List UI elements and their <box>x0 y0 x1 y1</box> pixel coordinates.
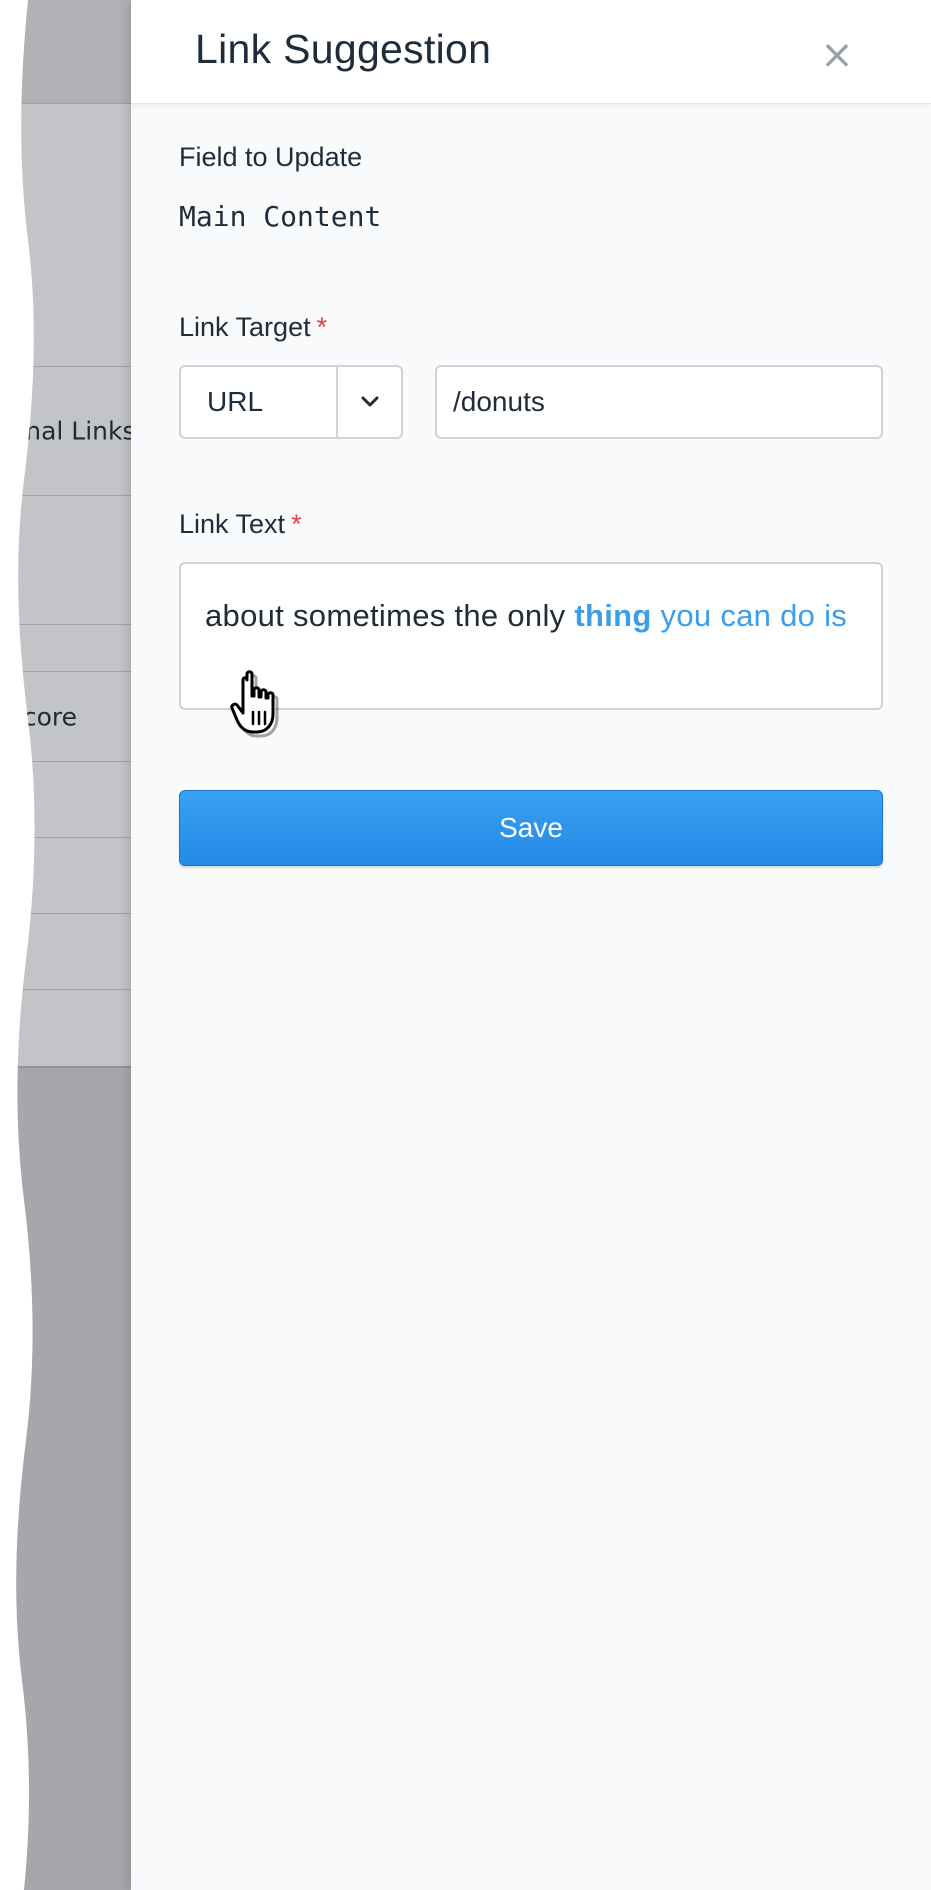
link-text-before: about sometimes the only <box>205 598 575 633</box>
close-icon: × <box>820 32 854 78</box>
link-type-select[interactable]: URL <box>179 365 403 439</box>
link-target-label-text: Link Target <box>179 312 311 342</box>
link-type-select-value: URL <box>207 386 264 417</box>
link-text-editor[interactable]: about sometimes the only thing you can d… <box>179 562 883 710</box>
field-to-update-label: Field to Update <box>179 142 363 172</box>
link-text-label: Link Text * <box>179 509 302 540</box>
field-to-update-value: Main Content <box>179 200 382 233</box>
panel-header: Link Suggestion × <box>131 0 931 104</box>
panel-title: Link Suggestion <box>195 26 492 72</box>
link-text-label-text: Link Text <box>179 509 286 539</box>
required-indicator: * <box>316 312 328 342</box>
required-indicator: * <box>291 509 302 539</box>
link-text-anchor-bold[interactable]: thing <box>574 598 651 633</box>
link-suggestion-panel: Link Suggestion × Field to Update Main C… <box>131 0 931 1890</box>
torn-edge <box>0 0 35 1890</box>
link-target-url-input[interactable] <box>435 365 883 439</box>
chevron-down-icon[interactable] <box>338 367 401 437</box>
link-target-label: Link Target * <box>179 312 327 343</box>
link-text-anchor-rest[interactable]: you can do is <box>652 598 847 633</box>
background-page: ernal Links Score <box>0 0 131 1890</box>
close-button[interactable]: × <box>812 30 862 80</box>
save-button[interactable]: Save <box>179 790 883 866</box>
